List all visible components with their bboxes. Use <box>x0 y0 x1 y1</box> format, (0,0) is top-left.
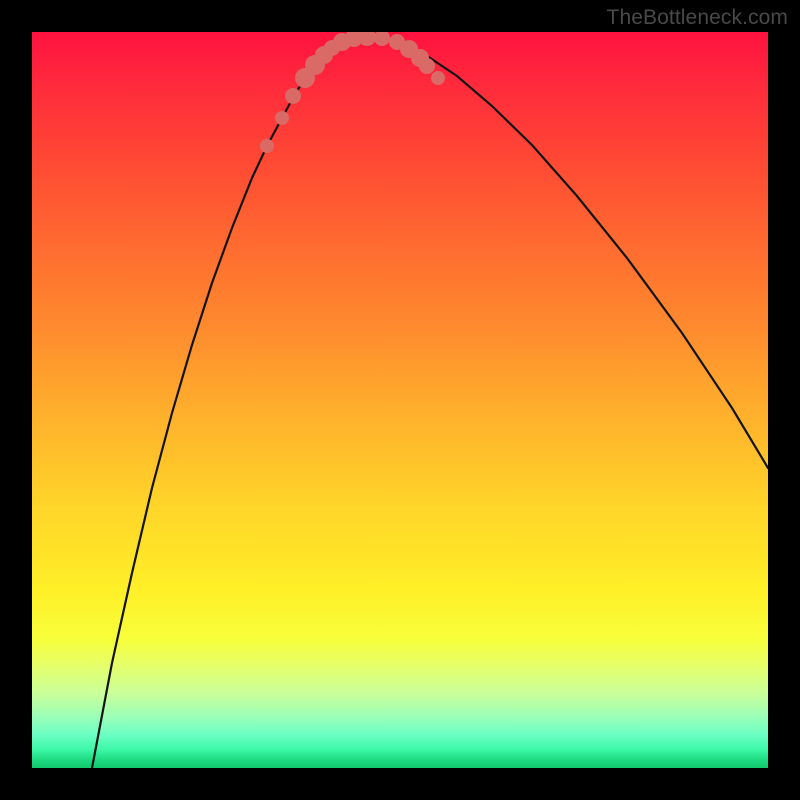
curve-marker <box>275 111 289 125</box>
bottleneck-curve <box>92 37 768 768</box>
curve-marker <box>260 139 274 153</box>
plot-area <box>32 32 768 768</box>
curve-markers <box>260 32 445 153</box>
curve-marker <box>285 88 301 104</box>
curve-marker <box>419 58 435 74</box>
watermark-text: TheBottleneck.com <box>607 6 788 30</box>
chart-svg <box>32 32 768 768</box>
curve-marker <box>431 71 445 85</box>
curve-marker <box>374 32 390 46</box>
chart-frame: TheBottleneck.com <box>0 0 800 800</box>
